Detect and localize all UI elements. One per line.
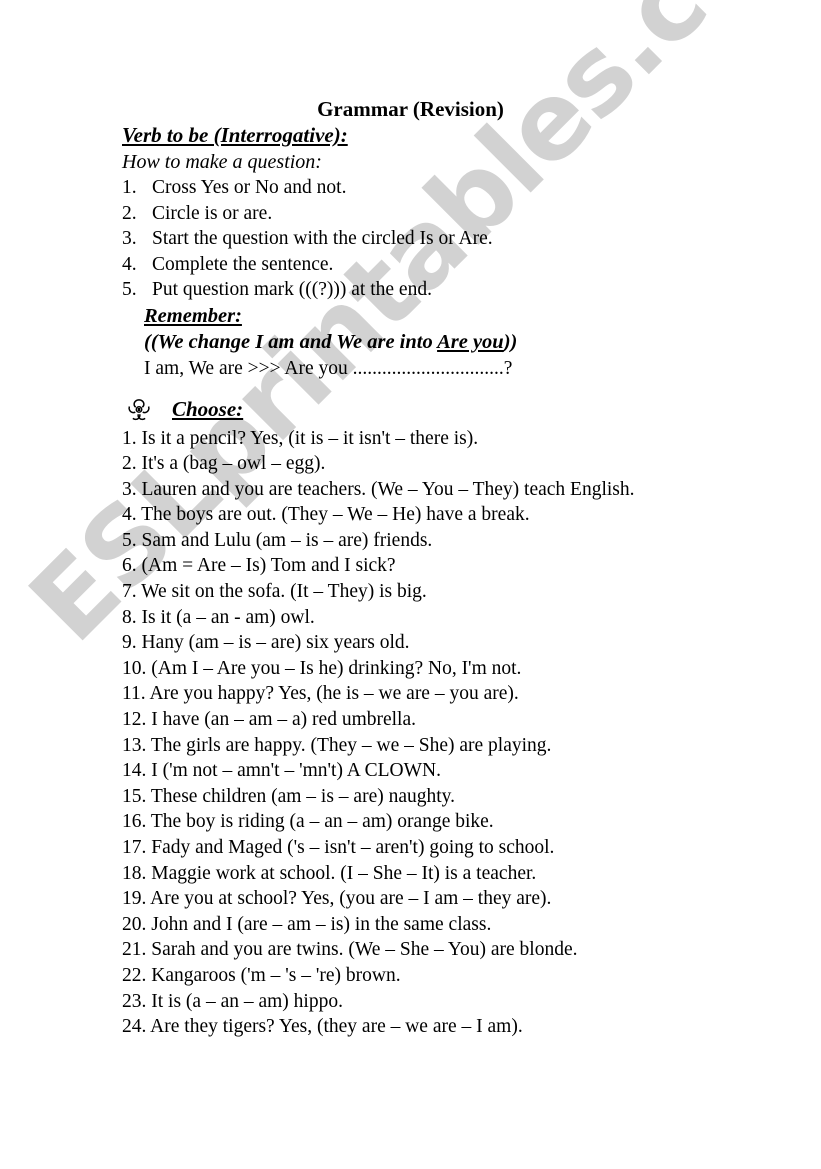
question-text: 23. It is (a – an – am) hippo. xyxy=(122,990,343,1012)
question-text: 20. John and I (are – am – is) in the sa… xyxy=(122,913,492,935)
question-item: 18. Maggie work at school. (I – She – It… xyxy=(0,861,821,887)
question-text: 12. I have (an – am – a) red umbrella. xyxy=(122,709,417,731)
question-text: 11. Are you happy? Yes, (he is – we are … xyxy=(122,683,519,705)
question-text: 6. (Am = Are – Is) Tom and I sick? xyxy=(122,555,396,577)
question-item: 2. It's a (bag – owl – egg). xyxy=(0,451,821,477)
question-text: 17. Fady and Maged ('s – isn't – aren't)… xyxy=(122,837,555,858)
question-item: 20. John and I (are – am – is) in the sa… xyxy=(0,912,821,938)
step-number: 5. xyxy=(122,279,137,300)
question-item: 21. Sarah and you are twins. (We – She –… xyxy=(0,937,821,963)
question-item: 11. Are you happy? Yes, (he is – we are … xyxy=(0,681,821,707)
question-item: 8. Is it (a – an - am) owl. xyxy=(0,605,821,631)
question-text: 16. The boy is riding (a – an – am) oran… xyxy=(122,811,494,833)
step-text: Complete the sentence. xyxy=(152,253,334,275)
question-item: 19. Are you at school? Yes, (you are – I… xyxy=(0,886,821,912)
step-item: 3. Start the question with the circled I… xyxy=(0,226,821,252)
question-text: 4. The boys are out. (They – We – He) ha… xyxy=(122,504,530,526)
question-item: 13. The girls are happy. (They – we – Sh… xyxy=(0,733,821,759)
page-title: Grammar (Revision) xyxy=(317,97,504,121)
step-item: 5. Put question mark (((?))) at the end. xyxy=(0,277,821,303)
question-item: 7. We sit on the sofa. (It – They) is bi… xyxy=(0,579,821,605)
question-item: 24. Are they tigers? Yes, (they are – we… xyxy=(0,1014,821,1040)
rule-after: )) xyxy=(503,330,518,353)
worksheet-content: Grammar (Revision) Verb to be (Interroga… xyxy=(0,0,821,1040)
question-item: 14. I ('m not – amn't – 'mn't) A CLOWN. xyxy=(0,758,821,784)
step-text: Cross Yes or No and not. xyxy=(152,177,347,198)
step-number: 3. xyxy=(122,228,137,249)
step-number: 4. xyxy=(122,253,137,275)
question-item: 12. I have (an – am – a) red umbrella. xyxy=(0,707,821,733)
question-item: 4. The boys are out. (They – We – He) ha… xyxy=(0,502,821,528)
question-item: 6. (Am = Are – Is) Tom and I sick? xyxy=(0,553,821,579)
step-item: 1. Cross Yes or No and not. xyxy=(0,175,821,201)
question-text: 13. The girls are happy. (They – we – Sh… xyxy=(122,734,552,756)
question-text: 7. We sit on the sofa. (It – They) is bi… xyxy=(122,581,427,603)
question-text: 22. Kangaroos ('m – 's – 're) brown. xyxy=(122,964,401,986)
question-text: 9. Hany (am – is – are) six years old. xyxy=(122,632,410,654)
question-text: 10. (Am I – Are you – Is he) drinking? N… xyxy=(122,657,522,679)
steps-list: 1. Cross Yes or No and not. 2. Circle is… xyxy=(0,175,821,303)
question-text: 18. Maggie work at school. (I – She – It… xyxy=(122,862,537,884)
remember-label: Remember: xyxy=(144,304,242,327)
rule-underlined: Are you xyxy=(437,330,504,353)
question-item: 15. These children (am – is – are) naugh… xyxy=(0,784,821,810)
step-item: 2. Circle is or are. xyxy=(0,201,821,227)
step-text: Start the question with the circled Is o… xyxy=(152,228,493,249)
question-item: 17. Fady and Maged ('s – isn't – aren't)… xyxy=(0,835,821,861)
step-item: 4. Complete the sentence. xyxy=(0,252,821,278)
question-item: 3. Lauren and you are teachers. (We – Yo… xyxy=(0,477,821,503)
rule-line: ((We change I am and We are into Are you… xyxy=(0,329,821,356)
step-number: 2. xyxy=(122,202,137,224)
section-heading-text: Verb to be (Interrogative): xyxy=(122,123,348,147)
rule-before: ((We change I am and We are into xyxy=(144,330,438,353)
question-text: 14. I ('m not – amn't – 'mn't) A CLOWN. xyxy=(122,760,441,782)
question-text: 3. Lauren and you are teachers. (We – Yo… xyxy=(122,478,635,500)
questions-list: 1. Is it a pencil? Yes, (it is – it isn'… xyxy=(0,426,821,1040)
question-text: 15. These children (am – is – are) naugh… xyxy=(122,785,456,807)
question-item: 23. It is (a – an – am) hippo. xyxy=(0,989,821,1015)
section-heading: Verb to be (Interrogative): xyxy=(0,122,821,149)
question-item: 10. (Am I – Are you – Is he) drinking? N… xyxy=(0,656,821,682)
question-text: 21. Sarah and you are twins. (We – She –… xyxy=(122,939,578,961)
question-text: 1. Is it a pencil? Yes, (it is – it isn'… xyxy=(122,427,479,449)
step-number: 1. xyxy=(122,177,137,198)
choose-label: Choose: xyxy=(172,397,244,421)
question-item: 1. Is it a pencil? Yes, (it is – it isn'… xyxy=(0,426,821,452)
howto-label: How to make a question: xyxy=(122,151,322,173)
question-text: 5. Sam and Lulu (am – is – are) friends. xyxy=(122,529,433,551)
worksheet-page: ESLprintables.com Grammar (Revision) Ver… xyxy=(0,0,821,1169)
question-item: 5. Sam and Lulu (am – is – are) friends. xyxy=(0,528,821,554)
question-item: 9. Hany (am – is – are) six years old. xyxy=(0,630,821,656)
question-item: 22. Kangaroos ('m – 's – 're) brown. xyxy=(0,963,821,989)
question-text: 19. Are you at school? Yes, (you are – I… xyxy=(122,888,552,910)
choose-heading: Choose: xyxy=(0,396,821,424)
question-item: 16. The boy is riding (a – an – am) oran… xyxy=(0,809,821,835)
question-text: 8. Is it (a – an - am) owl. xyxy=(122,606,315,628)
flower-icon xyxy=(124,396,154,424)
question-text: 24. Are they tigers? Yes, (they are – we… xyxy=(122,1016,523,1038)
question-text: 2. It's a (bag – owl – egg). xyxy=(122,453,326,475)
example-line: I am, We are >>> Are you ...............… xyxy=(144,357,513,379)
step-text: Circle is or are. xyxy=(152,202,273,224)
step-text: Put question mark (((?))) at the end. xyxy=(152,279,432,300)
